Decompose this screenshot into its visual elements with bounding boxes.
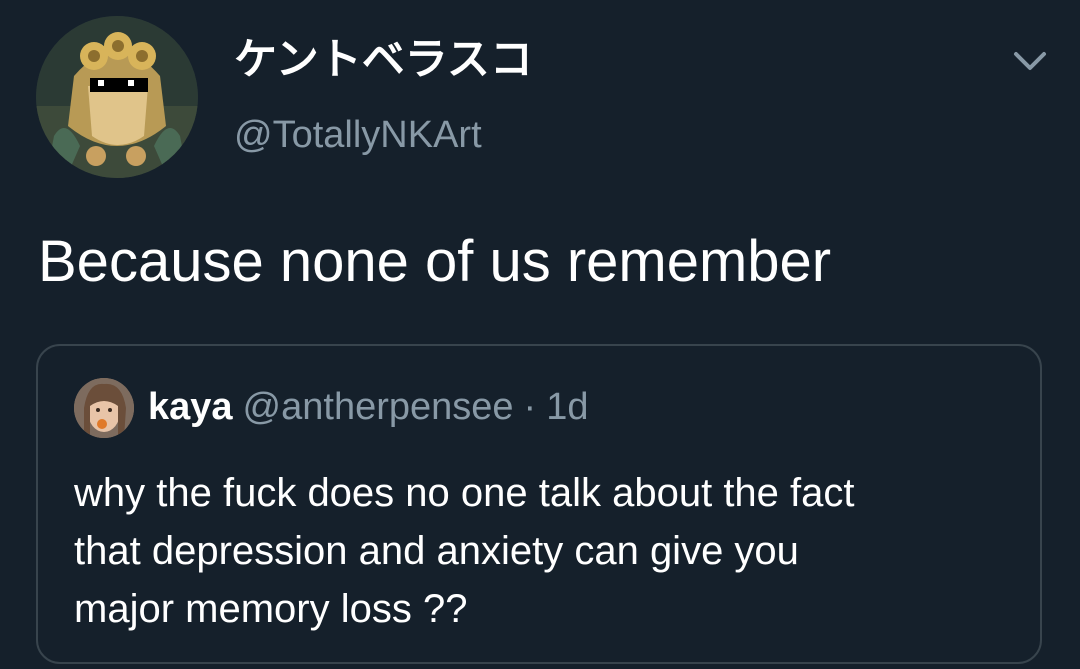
quoted-tweet-text: why the fuck does no one talk about the … <box>74 464 1014 638</box>
meta-separator: · <box>523 386 537 428</box>
author-handle[interactable]: @TotallyNKArt <box>234 112 482 158</box>
quoted-author-name[interactable]: kaya <box>148 386 233 428</box>
quoted-tweet-line: why the fuck does no one talk about the … <box>74 471 855 515</box>
quoted-tweet-header: kaya @antherpensee · 1d <box>148 384 588 430</box>
quoted-author-handle[interactable]: @antherpensee <box>243 386 514 428</box>
tweet-text: Because none of us remember <box>38 229 832 294</box>
quoted-author-avatar[interactable] <box>74 378 134 438</box>
author-avatar[interactable] <box>36 16 198 178</box>
quoted-tweet-line: major memory loss ?? <box>74 587 468 631</box>
chevron-down-icon[interactable] <box>1010 44 1050 78</box>
quoted-tweet-card[interactable]: kaya @antherpensee · 1d why the fuck does n… <box>36 344 1042 664</box>
quoted-tweet-timestamp[interactable]: 1d <box>546 386 588 428</box>
tweet-view: ケントベラスコ @TotallyNKArt Because none of us… <box>0 0 1080 669</box>
author-display-name[interactable]: ケントベラスコ <box>234 34 533 86</box>
quoted-tweet-line: that depression and anxiety can give you <box>74 529 799 573</box>
